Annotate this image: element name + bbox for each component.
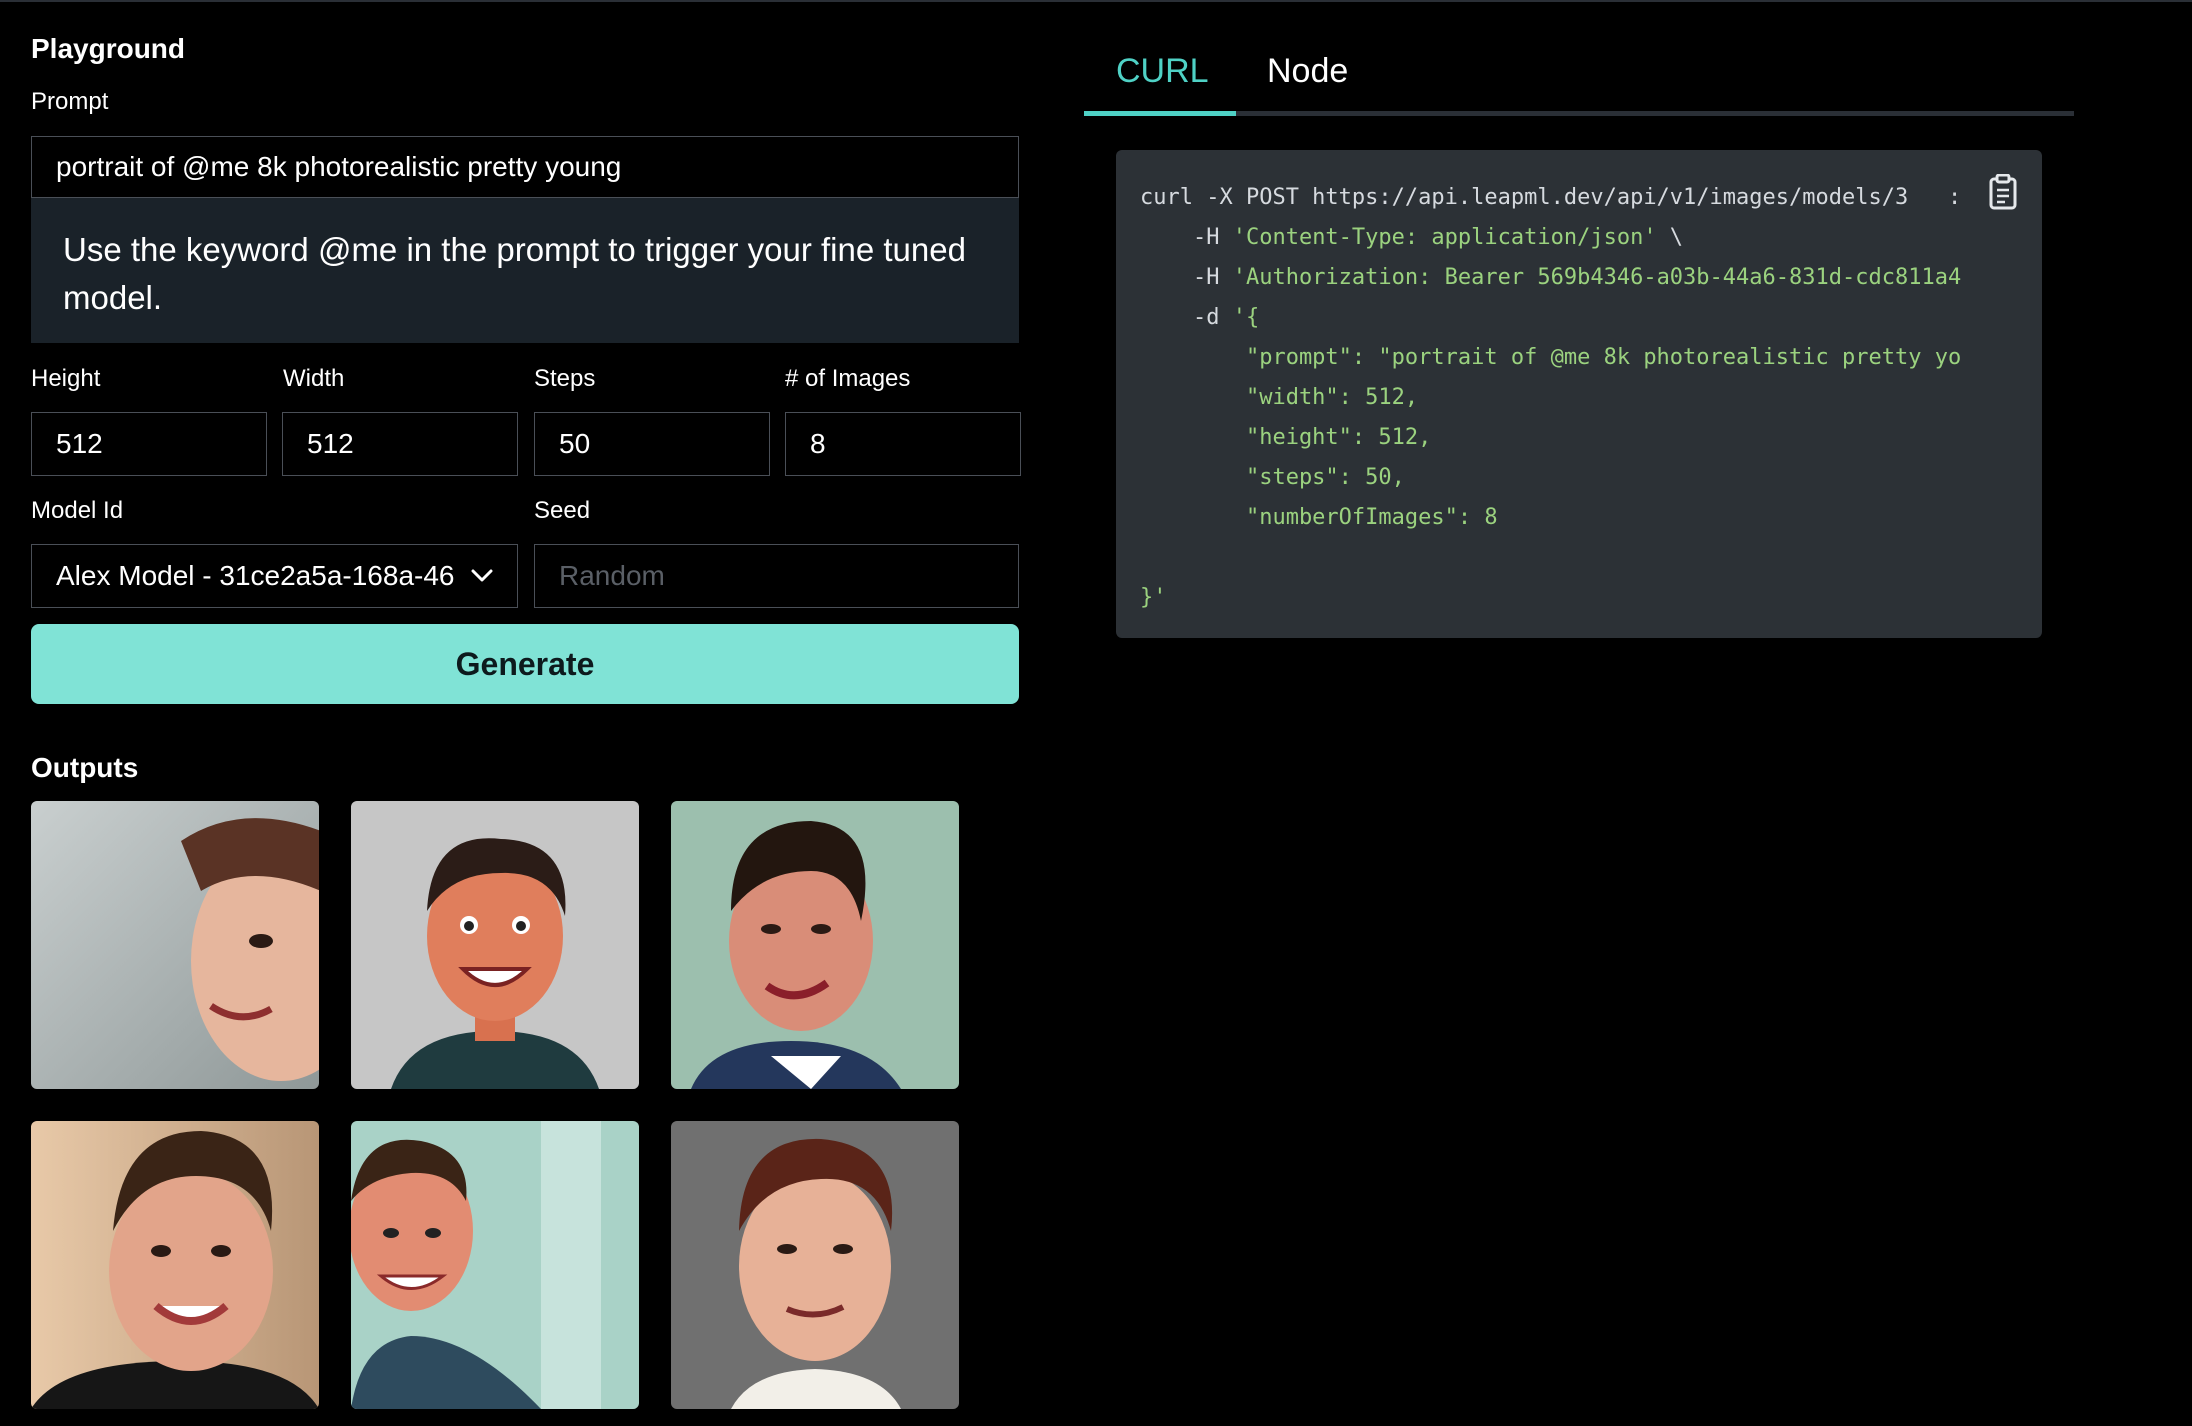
- code-string: 'Authorization: Bearer 569b4346-a03b-44a…: [1232, 265, 1962, 290]
- steps-input[interactable]: [534, 412, 770, 476]
- code-flag: -H: [1140, 265, 1233, 290]
- prompt-label: Prompt: [31, 88, 109, 115]
- output-image-1[interactable]: [31, 801, 319, 1089]
- outputs-title: Outputs: [31, 752, 139, 783]
- code-line-1-tail: :: [1947, 185, 1962, 210]
- code-line-tail: \: [1656, 225, 1684, 250]
- seed-input[interactable]: [534, 544, 1019, 608]
- images-count-label: # of Images: [785, 365, 911, 392]
- output-image-5[interactable]: [351, 1121, 639, 1409]
- output-image-4[interactable]: [31, 1121, 319, 1409]
- code-line: "width": 512,: [1140, 385, 1419, 410]
- tab-node[interactable]: Node: [1267, 52, 1348, 91]
- clipboard-icon[interactable]: [1987, 173, 2019, 210]
- code-line: "prompt": "portrait of @me 8k photoreali…: [1140, 345, 1962, 370]
- seed-label: Seed: [534, 497, 591, 524]
- code-line: "numberOfImages": 8: [1140, 505, 1498, 530]
- output-image-2[interactable]: [351, 801, 639, 1089]
- code-flag: -d: [1140, 305, 1233, 330]
- output-image-3[interactable]: [671, 801, 959, 1089]
- width-label: Width: [283, 365, 345, 392]
- prompt-tip: Use the keyword @me in the prompt to tri…: [31, 198, 1019, 343]
- code-tabs: CURL Node: [1084, 0, 2074, 116]
- generate-button[interactable]: Generate: [31, 624, 1019, 704]
- playground-title: Playground: [31, 33, 186, 64]
- chevron-down-icon: [463, 569, 493, 583]
- code-line: "height": 512,: [1140, 425, 1432, 450]
- prompt-input[interactable]: [31, 136, 1019, 198]
- model-id-value: Alex Model - 31ce2a5a-168a-46: [56, 560, 455, 591]
- height-label: Height: [31, 365, 101, 392]
- model-id-select[interactable]: Alex Model - 31ce2a5a-168a-46: [31, 544, 518, 608]
- code-block: curl -X POST https://api.leapml.dev/api/…: [1116, 150, 2042, 638]
- height-input[interactable]: [31, 412, 267, 476]
- model-id-label: Model Id: [31, 497, 124, 524]
- code-flag: -H: [1140, 225, 1233, 250]
- code-line: "steps": 50,: [1140, 465, 1405, 490]
- steps-label: Steps: [534, 365, 596, 392]
- code-string: 'Content-Type: application/json': [1232, 225, 1657, 250]
- curl-code: curl -X POST https://api.leapml.dev/api/…: [1140, 178, 2016, 618]
- output-image-6[interactable]: [671, 1121, 959, 1409]
- active-tab-indicator: [1084, 111, 1236, 116]
- images-count-input[interactable]: [785, 412, 1021, 476]
- tab-curl[interactable]: CURL: [1116, 52, 1209, 91]
- code-line: }': [1140, 585, 1167, 610]
- width-input[interactable]: [282, 412, 518, 476]
- code-line-1: curl -X POST https://api.leapml.dev/api/…: [1140, 185, 1909, 210]
- code-string: '{: [1232, 305, 1260, 330]
